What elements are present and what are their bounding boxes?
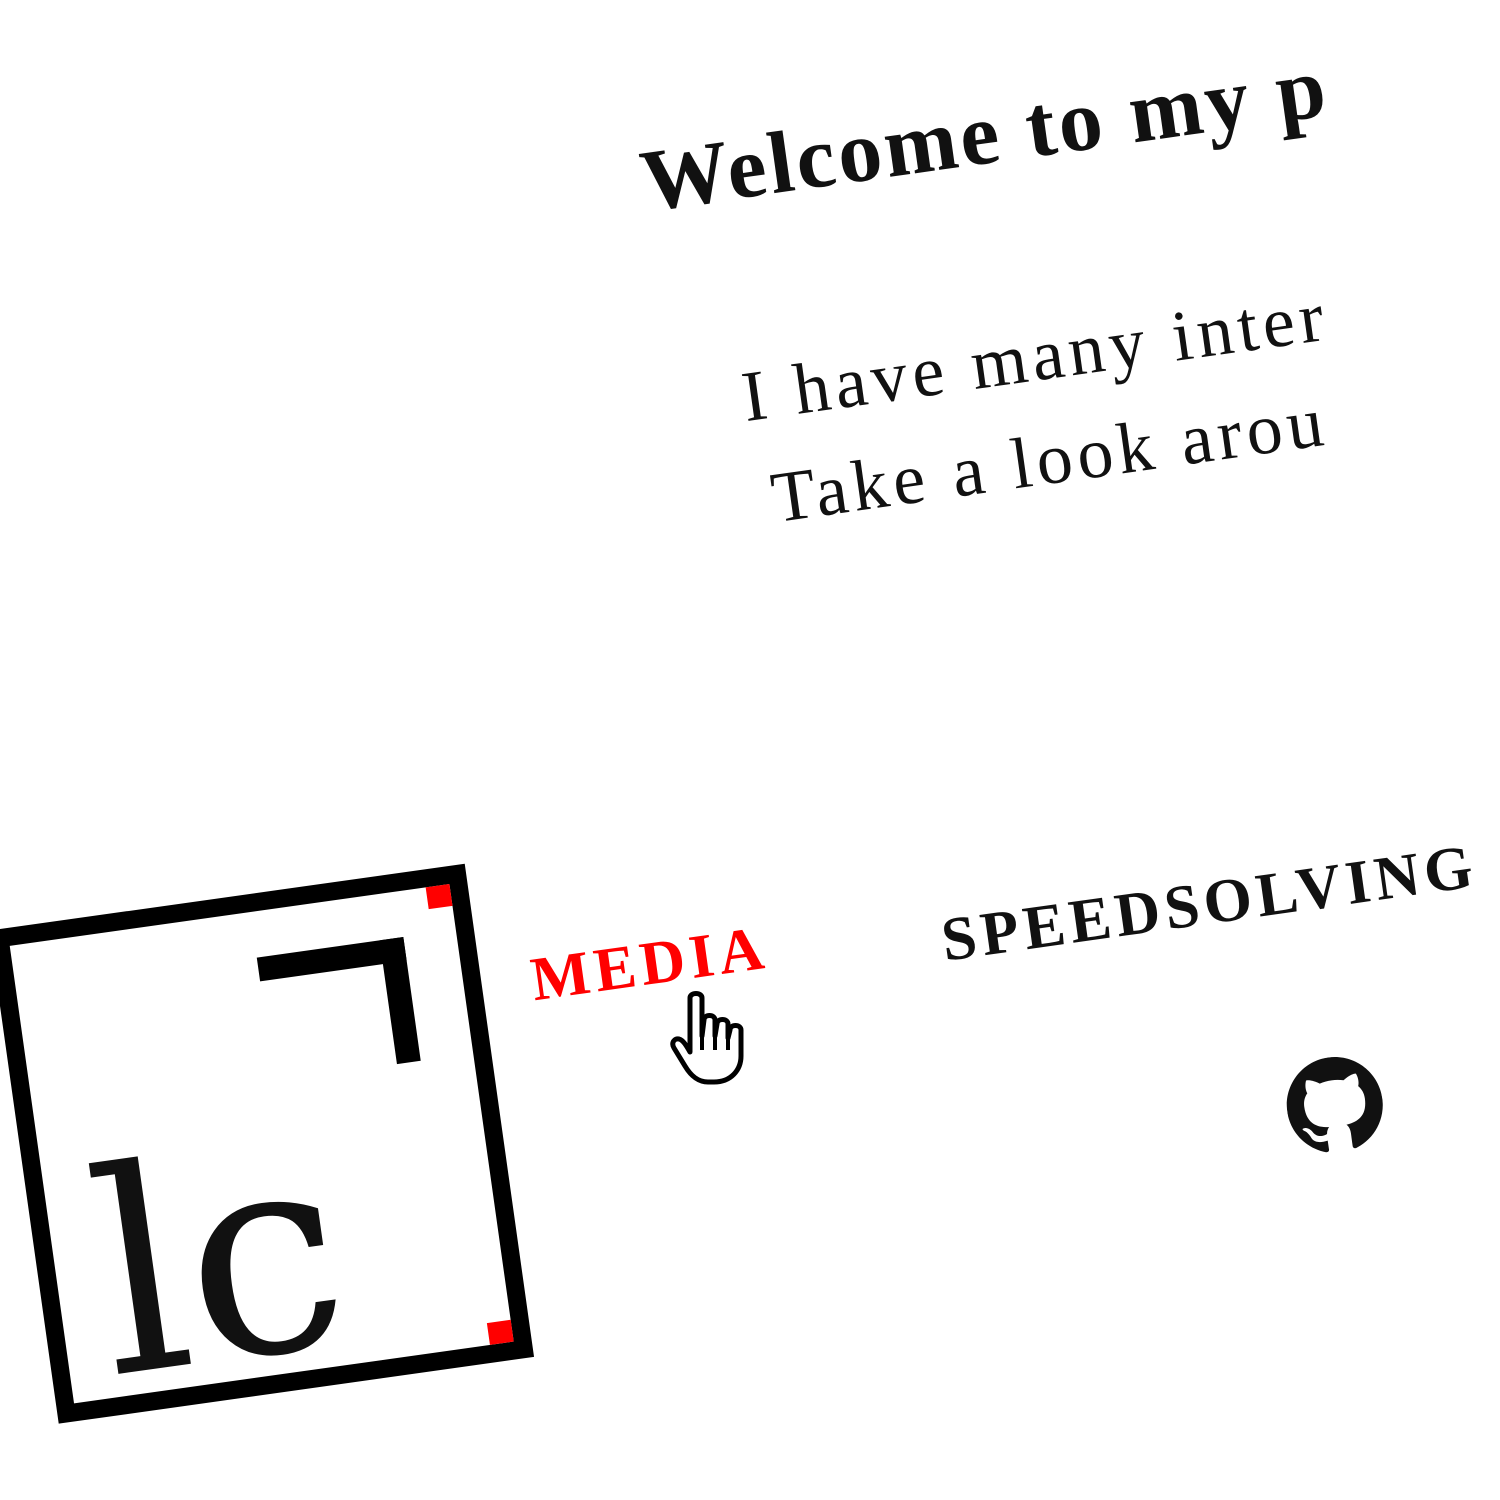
page-title: Welcome to my p — [634, 38, 1335, 231]
logo-bracket — [256, 936, 421, 1082]
intro-text: I have many inter Take a look arou — [735, 264, 1349, 552]
nav-link-speedsolving[interactable]: SPEEDSOLVING — [937, 831, 1482, 976]
page-content: Welcome to my p I have many inter Take a… — [0, 0, 1500, 1485]
logo-corner-bottom-right — [486, 1319, 514, 1345]
hand-pointer-cursor-icon — [668, 990, 760, 1090]
logo-text: lc — [74, 1084, 364, 1442]
site-logo[interactable]: lc — [0, 863, 535, 1442]
github-icon[interactable] — [1281, 1051, 1389, 1159]
logo-corner-top-right — [425, 884, 453, 910]
